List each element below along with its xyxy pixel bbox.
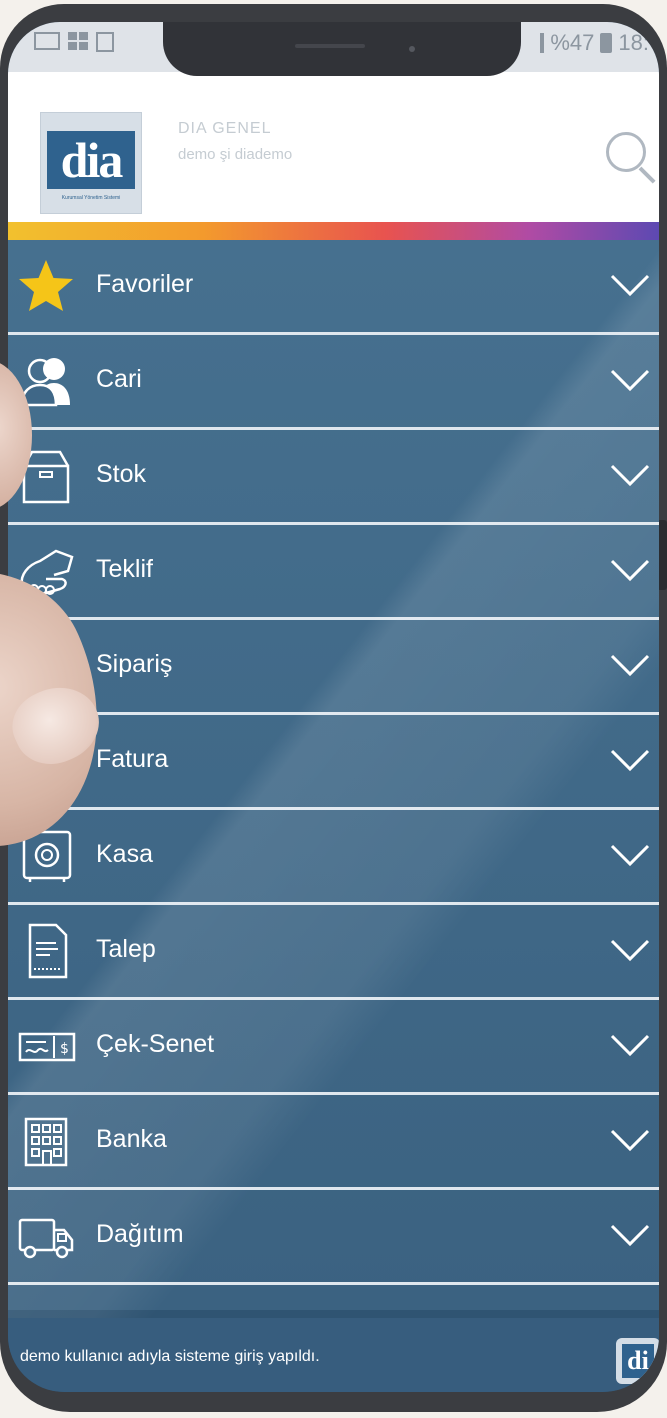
- toast-message: demo kullanıcı adıyla sisteme giriş yapı…: [20, 1348, 320, 1365]
- toast-logo-text: di: [622, 1344, 654, 1378]
- menu-item-siparis[interactable]: Sipariş: [8, 620, 659, 715]
- menu-item-label: Sipariş: [96, 650, 173, 678]
- menu-item-dagitim[interactable]: Dağıtım: [8, 1190, 659, 1285]
- menu-item-label: Dağıtım: [96, 1220, 184, 1248]
- chevron-down-icon[interactable]: [610, 270, 650, 300]
- chevron-down-icon[interactable]: [610, 1220, 650, 1250]
- menu-item-stok[interactable]: Stok: [8, 430, 659, 525]
- chevron-down-icon[interactable]: [610, 840, 650, 870]
- login-toast: demo kullanıcı adıyla sisteme giriş yapı…: [8, 1318, 659, 1392]
- menu-item-kasa[interactable]: Kasa: [8, 810, 659, 905]
- menu-item-cek-senet[interactable]: $ Çek-Senet: [8, 1000, 659, 1095]
- menu-item-label: Cari: [96, 365, 142, 393]
- chevron-down-icon[interactable]: [610, 1125, 650, 1155]
- dia-logo: dia Kurumsal Yönetim Sistemi: [40, 112, 142, 214]
- grid-icon: [68, 32, 88, 50]
- menu-item-label: Teklif: [96, 555, 153, 583]
- company-name: DIA GENEL: [178, 120, 272, 137]
- color-stripe: [8, 222, 659, 240]
- bank-building-icon: [24, 1117, 68, 1167]
- chevron-down-icon[interactable]: [610, 555, 650, 585]
- clock: 18:: [618, 30, 649, 55]
- phone-notch: [163, 22, 521, 76]
- app-header: dia Kurumsal Yönetim Sistemi DIA GENEL d…: [8, 72, 659, 222]
- logo-tagline: Kurumsal Yönetim Sistemi: [61, 195, 121, 201]
- menu-item-banka[interactable]: Banka: [8, 1095, 659, 1190]
- star-icon: [19, 260, 73, 311]
- user-info: demo şi diademo: [178, 146, 293, 163]
- menu-item-cari[interactable]: Cari: [8, 335, 659, 430]
- menu-item-teklif[interactable]: Teklif: [8, 525, 659, 620]
- menu-item-talep[interactable]: Talep: [8, 905, 659, 1000]
- chevron-down-icon[interactable]: [610, 745, 650, 775]
- menu-item-label: Banka: [96, 1125, 167, 1153]
- check-icon: $: [18, 1032, 76, 1062]
- request-document-icon: [28, 923, 68, 979]
- menu-item-label: Kasa: [96, 840, 153, 868]
- search-button[interactable]: [606, 132, 659, 192]
- search-icon: [606, 132, 646, 172]
- menu-item-label: Favoriler: [96, 270, 194, 298]
- chevron-down-icon[interactable]: [610, 935, 650, 965]
- svg-text:$: $: [60, 1041, 69, 1057]
- menu-item-label: Talep: [96, 935, 156, 963]
- chevron-down-icon[interactable]: [610, 1030, 650, 1060]
- speaker-grille: [295, 44, 365, 48]
- toast-logo: di: [616, 1338, 659, 1384]
- front-camera: [409, 46, 415, 52]
- logo-text: dia: [47, 131, 135, 189]
- image-icon: [96, 32, 114, 52]
- battery-percent: %47: [550, 30, 595, 55]
- menu-item-fatura[interactable]: Fatura: [8, 715, 659, 810]
- menu-item-label: Stok: [96, 460, 147, 488]
- menu-item-label: Fatura: [96, 745, 169, 773]
- main-menu: Favoriler Cari Stok Teklif Sipariş Fatur…: [8, 240, 659, 1340]
- chevron-down-icon[interactable]: [610, 650, 650, 680]
- phone-device: %47 18: dia Kurumsal Yönetim Sistemi DIA…: [0, 0, 667, 1418]
- menu-item-favoriler[interactable]: Favoriler: [8, 240, 659, 335]
- battery-icon: [600, 33, 613, 53]
- chevron-down-icon[interactable]: [610, 460, 650, 490]
- signal-icon: [540, 33, 545, 53]
- app-screen: %47 18: dia Kurumsal Yönetim Sistemi DIA…: [8, 22, 659, 1392]
- menu-item-label: Çek-Senet: [96, 1030, 215, 1058]
- delivery-truck-icon: [18, 1218, 74, 1259]
- chevron-down-icon[interactable]: [610, 365, 650, 395]
- laptop-icon: [34, 32, 60, 50]
